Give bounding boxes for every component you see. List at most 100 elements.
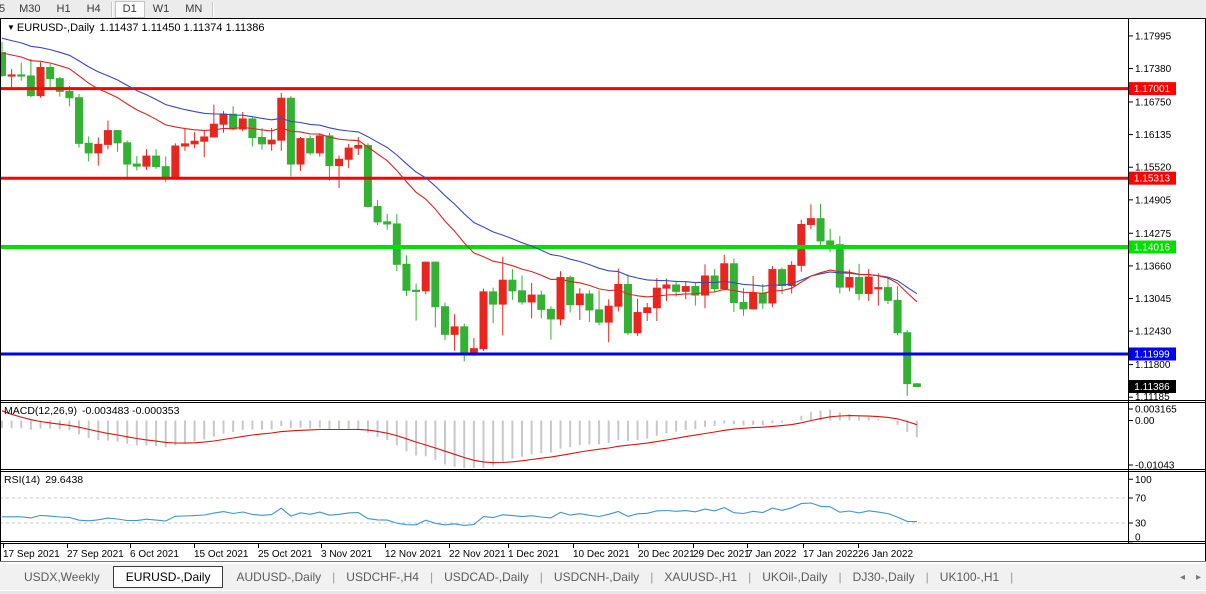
symbol-tab-ukoil[interactable]: UKOil-,Daily: [752, 566, 837, 588]
candle-body[interactable]: [586, 294, 593, 310]
timeframe-button-h1[interactable]: H1: [49, 2, 79, 17]
candle-body[interactable]: [181, 144, 188, 146]
candle-body[interactable]: [759, 293, 766, 303]
tab-scroll-left-icon[interactable]: ◂: [1180, 572, 1185, 583]
candle-body[interactable]: [769, 270, 776, 303]
candle-body[interactable]: [904, 333, 911, 384]
candle-body[interactable]: [413, 290, 420, 291]
candle-body[interactable]: [682, 287, 689, 292]
candle-body[interactable]: [210, 124, 217, 137]
candle-body[interactable]: [894, 300, 901, 332]
candle-body[interactable]: [37, 67, 44, 95]
candle-body[interactable]: [519, 291, 526, 302]
candle-body[interactable]: [316, 136, 323, 153]
candle-body[interactable]: [384, 222, 391, 224]
candle-body[interactable]: [596, 310, 603, 322]
candle-body[interactable]: [836, 245, 843, 287]
timeframe-button-mn[interactable]: MN: [177, 2, 210, 17]
candle-body[interactable]: [336, 159, 343, 165]
candle-body[interactable]: [345, 148, 352, 159]
candle-body[interactable]: [538, 295, 545, 309]
chart-canvas[interactable]: 1.179951.173801.167501.161351.155201.149…: [0, 0, 1206, 594]
candle-body[interactable]: [114, 131, 121, 143]
candle-body[interactable]: [133, 164, 140, 166]
candle-body[interactable]: [509, 280, 516, 291]
symbol-tab-dj30[interactable]: DJ30-,Daily: [843, 566, 925, 588]
candle-body[interactable]: [663, 285, 670, 288]
symbol-tab-usdx[interactable]: USDX,Weekly: [14, 566, 110, 588]
candle-body[interactable]: [798, 225, 805, 266]
candle-body[interactable]: [374, 206, 381, 221]
candle-body[interactable]: [201, 137, 208, 141]
candle-body[interactable]: [865, 277, 872, 293]
candle-body[interactable]: [95, 144, 102, 152]
candle-body[interactable]: [8, 75, 15, 76]
candle-body[interactable]: [644, 308, 651, 313]
timeframe-button-m30[interactable]: M30: [11, 2, 48, 17]
tab-scroll-right-icon[interactable]: ▸: [1196, 572, 1201, 583]
symbol-tab-usdchf[interactable]: USDCHF-,H4: [336, 566, 429, 588]
symbol-tab-eurusd[interactable]: EURUSD-,Daily: [113, 566, 224, 588]
candle-body[interactable]: [393, 224, 400, 264]
candle-body[interactable]: [557, 278, 564, 319]
candle-body[interactable]: [605, 306, 612, 322]
candle-body[interactable]: [875, 288, 882, 289]
candle-body[interactable]: [576, 294, 583, 305]
candle-body[interactable]: [779, 270, 786, 286]
candle-body[interactable]: [480, 292, 487, 349]
candle-body[interactable]: [104, 131, 111, 145]
symbol-tab-usdcnh[interactable]: USDCNH-,Daily: [544, 566, 649, 588]
candle-body[interactable]: [884, 288, 891, 301]
candle-body[interactable]: [191, 141, 198, 144]
candle-body[interactable]: [461, 327, 468, 354]
candle-body[interactable]: [18, 75, 25, 76]
timeframe-button-w1[interactable]: W1: [145, 2, 178, 17]
candle-body[interactable]: [490, 292, 497, 304]
candle-body[interactable]: [441, 307, 448, 335]
candle-body[interactable]: [499, 280, 506, 304]
candle-body[interactable]: [673, 285, 680, 291]
candle-body[interactable]: [624, 284, 631, 332]
timeframe-button-d1[interactable]: D1: [115, 1, 145, 18]
candle-body[interactable]: [326, 136, 333, 166]
candle-body[interactable]: [230, 114, 237, 129]
candle-body[interactable]: [856, 278, 863, 294]
candle-body[interactable]: [268, 140, 275, 144]
candle-body[interactable]: [547, 309, 554, 319]
candle-body[interactable]: [297, 139, 304, 164]
candle-body[interactable]: [172, 146, 179, 178]
candle-body[interactable]: [124, 143, 131, 164]
candle-body[interactable]: [451, 327, 458, 334]
candle-body[interactable]: [403, 264, 410, 290]
candle-body[interactable]: [807, 219, 814, 225]
candle-body[interactable]: [66, 91, 73, 97]
candle-body[interactable]: [162, 167, 169, 179]
candle-body[interactable]: [364, 145, 371, 206]
candle-body[interactable]: [143, 156, 150, 166]
candle-body[interactable]: [827, 241, 834, 245]
candle-body[interactable]: [307, 139, 314, 153]
candle-body[interactable]: [27, 76, 34, 96]
candle-body[interactable]: [634, 313, 641, 333]
candle-body[interactable]: [846, 278, 853, 288]
candle-body[interactable]: [653, 288, 660, 308]
candle-body[interactable]: [913, 384, 920, 387]
candle-body[interactable]: [76, 98, 83, 144]
symbol-tab-audusd[interactable]: AUDUSD-,Daily: [226, 566, 331, 588]
timeframe-button-5[interactable]: 5: [0, 2, 11, 17]
candle-body[interactable]: [528, 295, 535, 302]
candle-body[interactable]: [432, 262, 439, 307]
candle-body[interactable]: [47, 67, 54, 78]
candle-body[interactable]: [740, 302, 747, 308]
candle-body[interactable]: [220, 114, 227, 124]
candle-body[interactable]: [259, 138, 266, 144]
timeframe-button-h4[interactable]: H4: [79, 2, 109, 17]
candle-body[interactable]: [721, 264, 728, 289]
symbol-tab-xauusd[interactable]: XAUUSD-,H1: [654, 566, 747, 588]
candle-body[interactable]: [153, 156, 160, 167]
candle-body[interactable]: [85, 143, 92, 153]
candle-body[interactable]: [817, 219, 824, 241]
candle-body[interactable]: [422, 262, 429, 291]
candle-body[interactable]: [750, 293, 757, 308]
candle-body[interactable]: [615, 284, 622, 306]
